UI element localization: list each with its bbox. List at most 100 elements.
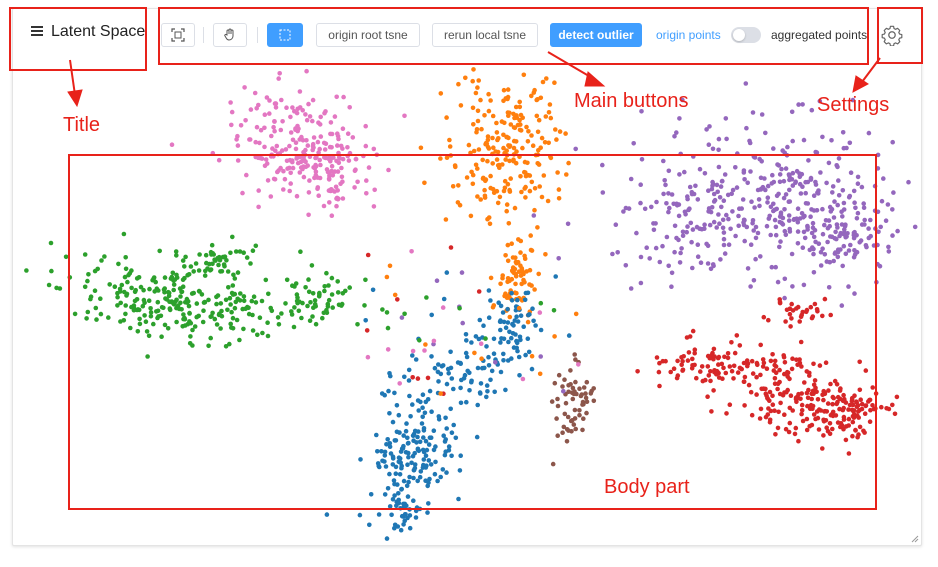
- scatter-point: [309, 263, 315, 268]
- scatter-point: [879, 404, 884, 410]
- scatter-point: [536, 271, 541, 277]
- scatter-point: [773, 224, 779, 230]
- scatter-point: [517, 373, 522, 378]
- resize-handle-icon[interactable]: [911, 535, 919, 543]
- scatter-point: [497, 165, 502, 170]
- scatter-point: [453, 164, 458, 170]
- scatter-point: [501, 87, 507, 93]
- scatter-point: [355, 179, 360, 185]
- scatter-point: [787, 376, 792, 382]
- detect-outlier-button[interactable]: detect outlier: [550, 23, 642, 47]
- scatter-point: [555, 170, 560, 175]
- scatter-point: [753, 224, 759, 230]
- scatter-point: [789, 316, 794, 321]
- scatter-point: [347, 285, 353, 290]
- scatter-point: [410, 375, 416, 380]
- origin-points-link[interactable]: origin points: [656, 28, 721, 42]
- scatter-point: [301, 174, 307, 180]
- scatter-point: [711, 388, 716, 393]
- scatter-point: [473, 162, 479, 168]
- scatter-point: [475, 402, 481, 408]
- scatter-point: [847, 140, 853, 146]
- scatter-point: [267, 98, 272, 103]
- scatter-point: [677, 116, 682, 121]
- scatter-point: [870, 385, 875, 390]
- scatter-point: [724, 212, 729, 218]
- scatter-point: [514, 115, 520, 120]
- scatter-point: [321, 140, 327, 146]
- scatter-point: [518, 250, 523, 255]
- scatter-point: [48, 240, 54, 246]
- scatter-point: [485, 216, 490, 222]
- scatter-point: [498, 303, 504, 309]
- scatter-point: [148, 306, 153, 311]
- scatter-point: [830, 401, 835, 407]
- scatter-point: [384, 310, 390, 315]
- scatter-point: [218, 326, 223, 331]
- scatter-point: [382, 392, 388, 398]
- scatter-plot[interactable]: [13, 65, 921, 545]
- scatter-point: [817, 363, 823, 368]
- scatter-point: [809, 230, 815, 236]
- scatter-point: [194, 301, 200, 306]
- scatter-point: [488, 275, 494, 281]
- scatter-point: [752, 155, 758, 160]
- scatter-point: [857, 359, 862, 365]
- scatter-point: [228, 100, 233, 105]
- scatter-point: [890, 139, 895, 145]
- scatter-point: [716, 164, 722, 170]
- scatter-point: [417, 338, 422, 343]
- scatter-point: [526, 349, 532, 355]
- scatter-point: [164, 297, 170, 302]
- scatter-point: [653, 245, 659, 251]
- scatter-point: [771, 208, 776, 214]
- scatter-point: [798, 339, 804, 345]
- scatter-point: [872, 208, 878, 214]
- scatter-point: [385, 486, 391, 491]
- scatter-point: [380, 307, 385, 312]
- scatter-point: [347, 150, 353, 156]
- scatter-point: [854, 249, 860, 255]
- lasso-select-button[interactable]: [267, 23, 303, 47]
- fit-view-button[interactable]: [161, 23, 195, 47]
- aggregated-points-toggle[interactable]: [731, 27, 761, 43]
- rerun-local-tsne-button[interactable]: rerun local tsne: [432, 23, 538, 47]
- origin-root-tsne-button[interactable]: origin root tsne: [316, 23, 420, 47]
- scatter-point: [751, 278, 757, 283]
- scatter-point: [24, 268, 29, 273]
- scatter-point: [288, 130, 294, 135]
- scatter-point: [294, 298, 300, 304]
- scatter-point: [708, 369, 713, 374]
- scatter-point: [115, 294, 120, 300]
- gear-icon[interactable]: [881, 24, 903, 46]
- scatter-point: [533, 323, 538, 328]
- pan-tool-button[interactable]: [213, 23, 247, 47]
- scatter-point: [277, 71, 283, 76]
- scatter-point: [849, 396, 855, 402]
- scatter-point: [759, 112, 765, 117]
- scatter-point: [123, 255, 128, 260]
- scatter-point: [730, 209, 735, 214]
- scatter-point: [501, 351, 506, 357]
- scatter-point: [758, 175, 764, 181]
- scatter-point: [461, 376, 467, 381]
- scatter-point: [203, 252, 209, 258]
- scatter-point: [863, 403, 868, 409]
- scatter-point: [511, 152, 517, 157]
- scatter-point: [435, 478, 440, 484]
- scatter-point: [63, 254, 69, 260]
- scatter-point: [506, 143, 511, 148]
- scatter-point: [425, 375, 431, 381]
- scatter-point: [722, 354, 727, 360]
- scatter-point: [827, 259, 833, 265]
- scatter-point: [553, 274, 558, 279]
- scatter-point: [313, 304, 319, 309]
- scatter-point: [387, 471, 392, 477]
- scatter-point: [177, 286, 183, 291]
- menu-icon[interactable]: [31, 26, 43, 36]
- scatter-point: [310, 118, 315, 124]
- scatter-point: [413, 357, 419, 362]
- scatter-point: [494, 120, 499, 126]
- scatter-point: [823, 360, 829, 366]
- scatter-point: [836, 156, 842, 161]
